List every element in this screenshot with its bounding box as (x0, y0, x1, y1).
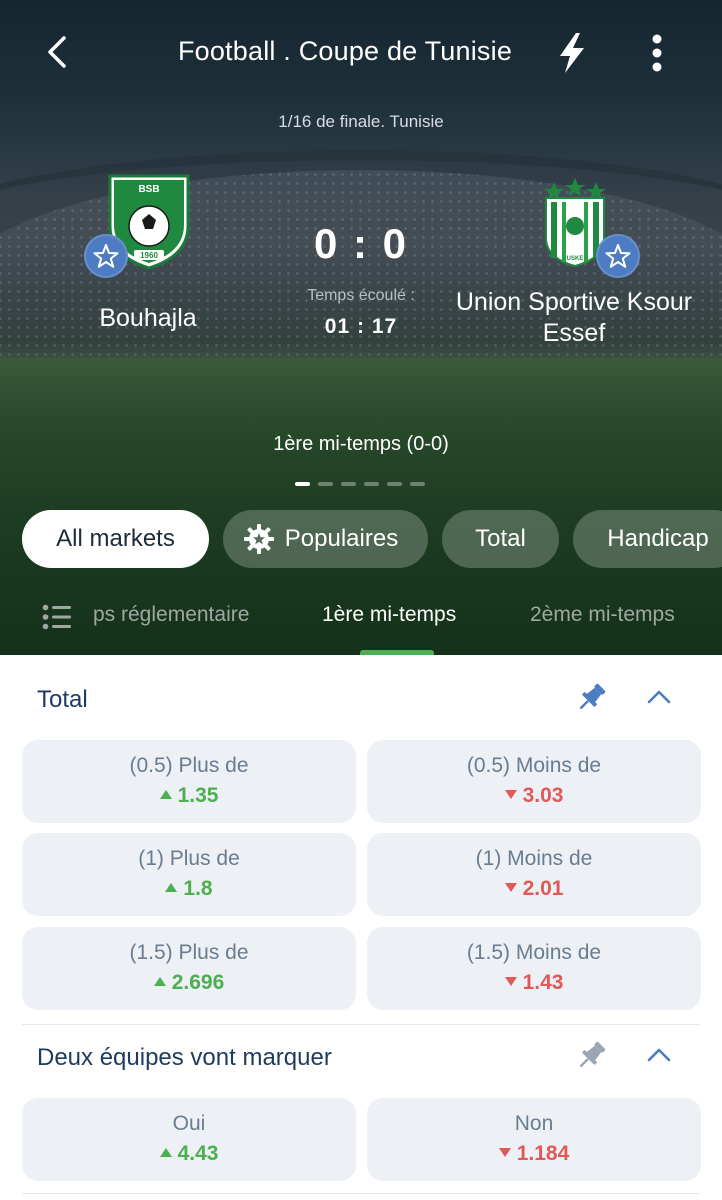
svg-text:1960: 1960 (140, 251, 158, 260)
market-title: Deux équipes vont marquer (37, 1044, 332, 1071)
odd-value: 2.696 (22, 971, 356, 995)
away-team-name-line1: Union Sportive Ksour (455, 288, 693, 316)
tab-first-half[interactable]: 1ère mi-temps (322, 603, 456, 627)
page-title: Football . Coupe de Tunisie (177, 36, 513, 66)
tab-second-half[interactable]: 2ème mi-temps (530, 603, 675, 627)
market-header-btts[interactable]: Deux équipes vont marquer (0, 1030, 722, 1090)
market-title: Total (37, 686, 88, 713)
chevron-up-icon (647, 690, 671, 704)
odd-label: (0.5) Plus de (129, 754, 249, 777)
odd-value: 3.03 (367, 784, 701, 808)
carousel-dot[interactable] (318, 482, 333, 486)
section-divider (22, 1024, 700, 1025)
odd-value: 1.184 (367, 1142, 701, 1166)
period-status: 1ère mi-temps (0-0) (273, 433, 449, 455)
arrow-down-icon (504, 882, 517, 892)
odd-value: 4.43 (22, 1142, 356, 1166)
odd-value: 1.35 (22, 784, 356, 808)
chip-label: Populaires (284, 525, 399, 552)
more-options-button[interactable] (640, 30, 674, 76)
odd-label: (0.5) Moins de (466, 754, 602, 777)
live-button[interactable] (552, 30, 592, 76)
away-team-name: Union Sportive Ksour Essef (440, 287, 708, 349)
odd-button[interactable]: (1.5) Moins de 1.43 (367, 927, 701, 1010)
odd-button[interactable]: Oui 4.43 (22, 1098, 356, 1181)
markets-list: Total (0.5) Plus de 1.35 (0.5) Moins de … (0, 655, 722, 1200)
chevron-up-icon (647, 1048, 671, 1062)
favorite-away-button[interactable] (596, 234, 640, 278)
section-divider (22, 1193, 700, 1194)
pin-icon (579, 683, 606, 710)
chip-total[interactable]: Total (442, 510, 559, 568)
odd-value: 1.8 (22, 877, 356, 901)
home-team-name: Bouhajla (99, 304, 197, 332)
chip-label: All markets (56, 525, 175, 552)
pin-button[interactable] (573, 680, 609, 716)
elapsed-label: Temps écoulé : (307, 287, 415, 304)
odd-label: (1.5) Moins de (466, 941, 602, 964)
svg-text:USKE: USKE (567, 256, 584, 262)
chevron-left-icon (48, 36, 66, 68)
market-header-total[interactable]: Total (0, 672, 722, 732)
tab-regular-time[interactable]: ps réglementaire (93, 603, 249, 627)
odd-button[interactable]: (0.5) Plus de 1.35 (22, 740, 356, 823)
odd-button[interactable]: (1) Plus de 1.8 (22, 833, 356, 916)
odd-value: 1.43 (367, 971, 701, 995)
star-icon (605, 244, 631, 268)
gear-icon (243, 524, 274, 554)
arrow-down-icon (504, 976, 517, 986)
pin-button[interactable] (573, 1038, 609, 1074)
odd-value: 2.01 (367, 877, 701, 901)
match-score: 0 : 0 (313, 220, 409, 267)
odd-label: (1) Moins de (475, 847, 593, 870)
away-team-name-line2: Essef (542, 319, 606, 347)
arrow-up-icon (159, 789, 172, 799)
collapse-button[interactable] (642, 1040, 676, 1070)
odd-button[interactable]: (0.5) Moins de 3.03 (367, 740, 701, 823)
competition-stage: 1/16 de finale. Tunisie (278, 112, 444, 131)
arrow-down-icon (504, 789, 517, 799)
match-header: Football . Coupe de Tunisie 1/16 de fina… (0, 0, 722, 655)
carousel-dot[interactable] (295, 482, 310, 486)
odd-button[interactable]: (1) Moins de 2.01 (367, 833, 701, 916)
collapse-button[interactable] (642, 682, 676, 712)
odd-label: Non (514, 1112, 554, 1135)
arrow-up-icon (165, 882, 178, 892)
pin-icon (579, 1041, 606, 1068)
svg-text:BSB: BSB (138, 184, 159, 195)
carousel-dot[interactable] (387, 482, 402, 486)
chip-label: Handicap (607, 525, 709, 552)
top-bar: Football . Coupe de Tunisie (0, 0, 722, 104)
carousel-dot[interactable] (410, 482, 425, 486)
odd-label: Oui (172, 1112, 206, 1135)
list-icon[interactable] (42, 604, 72, 630)
carousel-dots[interactable] (295, 482, 429, 488)
odd-button[interactable]: (1.5) Plus de 2.696 (22, 927, 356, 1010)
favorite-home-button[interactable] (84, 234, 128, 278)
lightning-icon (560, 33, 584, 73)
odd-button[interactable]: Non 1.184 (367, 1098, 701, 1181)
market-filter-chips: All markets Populaires Total Handicap (22, 510, 722, 568)
elapsed-time: 01 : 17 (324, 315, 398, 338)
arrow-up-icon (159, 1147, 172, 1157)
arrow-up-icon (153, 976, 166, 986)
back-button[interactable] (38, 30, 78, 74)
period-tabs: ps réglementaire 1ère mi-temps 2ème mi-t… (0, 595, 722, 655)
chip-handicap[interactable]: Handicap (573, 510, 722, 568)
carousel-dot[interactable] (364, 482, 379, 486)
more-vertical-icon (652, 34, 662, 72)
odd-label: (1) Plus de (138, 847, 240, 870)
arrow-down-icon (498, 1147, 511, 1157)
odd-label: (1.5) Plus de (129, 941, 249, 964)
star-icon (93, 244, 119, 268)
chip-label: Total (475, 525, 526, 552)
carousel-dot[interactable] (341, 482, 356, 486)
chip-populaires[interactable]: Populaires (223, 510, 428, 568)
chip-all-markets[interactable]: All markets (22, 510, 209, 568)
